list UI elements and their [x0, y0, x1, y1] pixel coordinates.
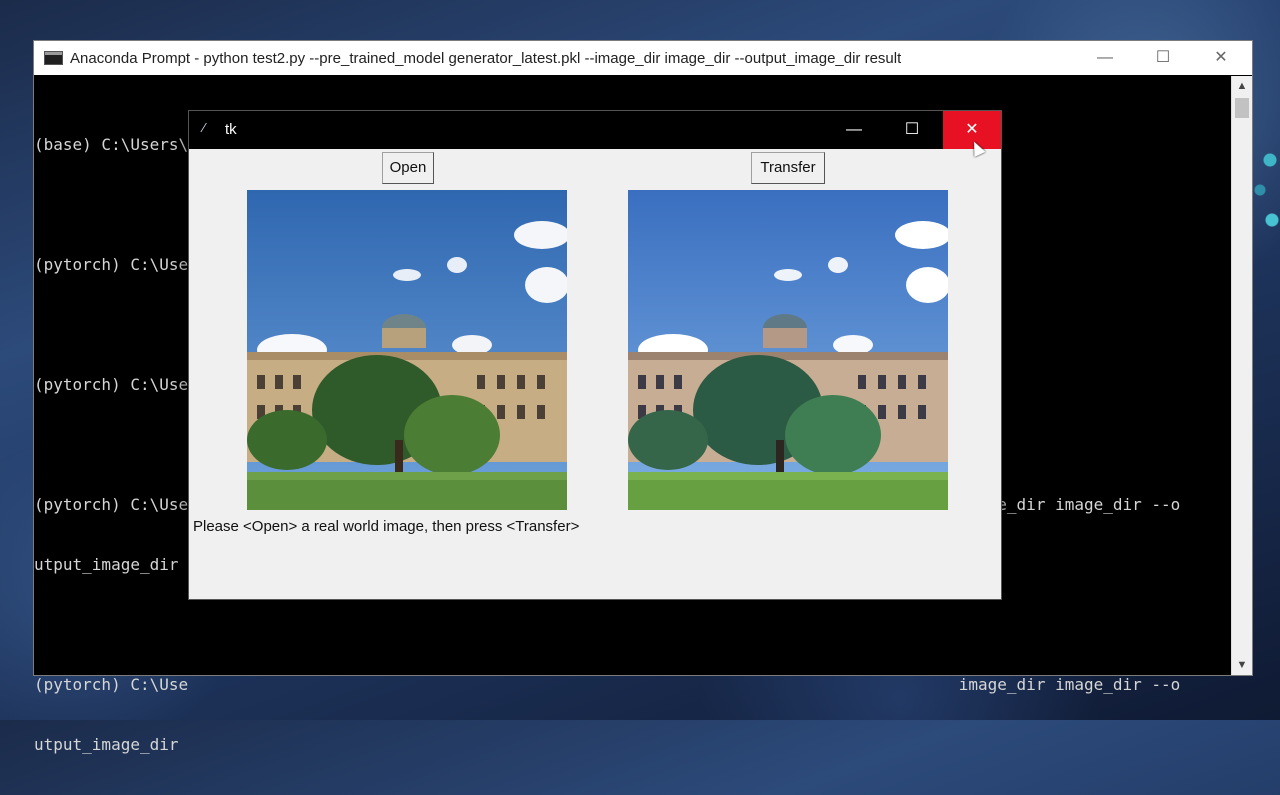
desktop-decoration [1250, 140, 1280, 260]
console-maximize-button[interactable]: ☐ [1134, 41, 1192, 75]
scroll-down-arrow-icon[interactable]: ▼ [1232, 655, 1252, 675]
transferred-image [628, 190, 948, 510]
console-app-icon [44, 51, 63, 65]
scrollbar-thumb[interactable] [1235, 98, 1249, 118]
console-title: Anaconda Prompt - python test2.py --pre_… [70, 49, 902, 67]
console-close-button[interactable]: ✕ [1192, 41, 1250, 75]
console-scrollbar[interactable]: ▲ ▼ [1231, 76, 1252, 675]
console-line: utput_image_dir [34, 735, 179, 754]
transfer-button[interactable]: Transfer [751, 152, 825, 184]
tk-window: ⁄ tk — ☐ ✕ Open Transfer Please <Open> a… [188, 110, 1002, 600]
tk-titlebar[interactable]: ⁄ tk — ☐ ✕ [189, 111, 1001, 149]
status-label: Please <Open> a real world image, then p… [193, 518, 580, 535]
console-minimize-button[interactable]: — [1076, 41, 1134, 75]
tk-minimize-button[interactable]: — [825, 111, 883, 149]
console-line: (pytorch) C:\Use image_dir image_dir --o [34, 675, 1181, 694]
tk-feather-icon: ⁄ [203, 120, 206, 135]
original-image [247, 190, 567, 510]
tk-maximize-button[interactable]: ☐ [883, 111, 941, 149]
console-titlebar[interactable]: Anaconda Prompt - python test2.py --pre_… [34, 41, 1252, 75]
scroll-up-arrow-icon[interactable]: ▲ [1232, 76, 1252, 96]
tk-title: tk [225, 121, 237, 138]
open-button[interactable]: Open [382, 152, 434, 184]
